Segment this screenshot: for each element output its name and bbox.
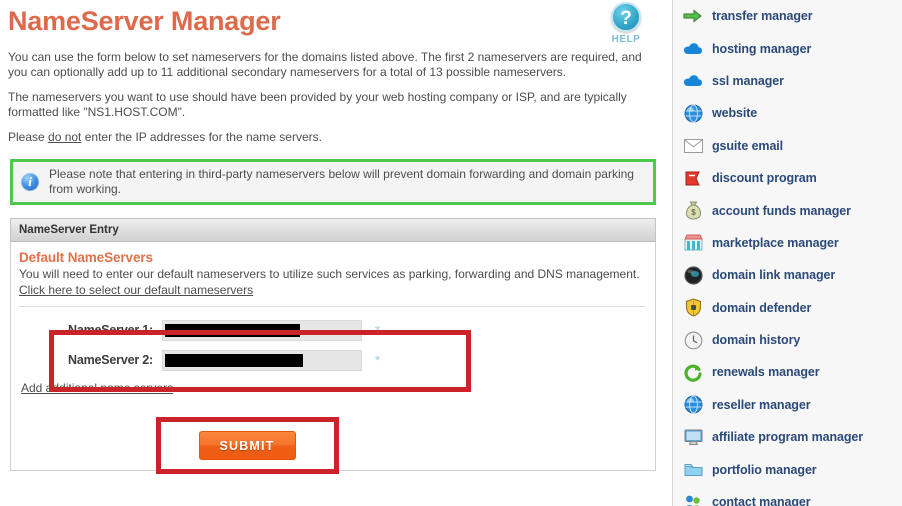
sidebar-label: website — [712, 106, 758, 121]
yellow-shield-icon — [683, 298, 703, 318]
intro-p3-pre: Please — [8, 130, 49, 144]
info-notice-text: Please note that entering in third-party… — [49, 167, 634, 196]
sidebar-label: affiliate program manager — [712, 430, 864, 445]
sidebar-label: transfer manager — [712, 9, 813, 24]
sidebar-label: renewals manager — [712, 365, 820, 380]
default-nameservers-title: Default NameServers — [19, 250, 153, 265]
sidebar-label: gsuite email — [712, 138, 784, 153]
sidebar-label: discount program — [712, 171, 817, 186]
blue-globe-icon — [683, 103, 703, 123]
panel-header: NameServer Entry — [10, 218, 656, 242]
blue-cloud-icon — [683, 39, 703, 59]
nameserver-entry-panel: NameServer Entry Default NameServers You… — [10, 218, 656, 474]
sidebar-item-website[interactable]: website — [673, 97, 902, 129]
sidebar-item-domain-history[interactable]: domain history — [673, 324, 902, 356]
nameserver-1-label: NameServer 1: — [68, 323, 153, 337]
sidebar-item-portfolio-manager[interactable]: portfolio manager — [673, 453, 902, 485]
sidebar-item-reseller-manager[interactable]: reseller manager — [673, 389, 902, 421]
intro-p3-emphasis: do not — [48, 130, 82, 144]
nameserver-2-required-marker: * — [375, 352, 381, 368]
sidebar-item-domain-defender[interactable]: domain defender — [673, 292, 902, 324]
people-icon — [683, 492, 703, 506]
storefront-icon — [683, 233, 703, 253]
sidebar-label: contact manager — [712, 495, 811, 506]
nameserver-row-2: NameServer 2: * — [19, 349, 655, 371]
info-notice-box: i Please note that entering in third-par… — [10, 159, 656, 205]
page-title: NameServer Manager — [8, 6, 281, 36]
sidebar-item-account-funds-manager[interactable]: $ account funds manager — [673, 194, 902, 226]
green-refresh-icon — [683, 362, 703, 382]
dark-sphere-icon — [683, 265, 703, 285]
blue-globe-icon — [683, 395, 703, 415]
money-bag-icon: $ — [683, 201, 703, 221]
question-mark-circle-icon[interactable]: ? — [611, 2, 641, 32]
sidebar-label: domain link manager — [712, 268, 836, 283]
folder-icon — [683, 460, 703, 480]
help-button[interactable]: ? HELP — [600, 2, 652, 45]
red-tag-icon — [683, 168, 703, 188]
sidebar-label: hosting manager — [712, 41, 812, 56]
submit-button[interactable]: SUBMIT — [198, 431, 296, 460]
info-circle-icon: i — [21, 173, 39, 191]
sidebar-item-ssl-manager[interactable]: ssl manager — [673, 65, 902, 97]
nameserver-row-1: NameServer 1: * — [19, 319, 655, 341]
redaction-bar — [165, 323, 300, 337]
nameserver-1-required-marker: * — [375, 322, 381, 338]
redaction-bar — [165, 353, 303, 367]
sidebar-label: domain history — [712, 333, 801, 348]
sidebar-item-marketplace-manager[interactable]: marketplace manager — [673, 227, 902, 259]
blue-cloud-icon — [683, 71, 703, 91]
select-default-nameservers-link[interactable]: Click here to select our default nameser… — [19, 283, 253, 297]
sidebar-item-transfer-manager[interactable]: transfer manager — [673, 0, 902, 32]
sidebar-menu: transfer manager hosting manager ssl man… — [672, 0, 902, 506]
sidebar-item-hosting-manager[interactable]: hosting manager — [673, 32, 902, 64]
intro-paragraph-1: You can use the form below to set namese… — [8, 50, 642, 79]
sidebar-label: marketplace manager — [712, 235, 839, 250]
main-content: NameServer Manager ? HELP You can use th… — [0, 0, 666, 506]
intro-paragraph-2: The nameservers you want to use should h… — [8, 90, 627, 119]
sidebar-label: ssl manager — [712, 73, 784, 88]
green-arrow-icon — [683, 6, 703, 26]
nameserver-rows: NameServer 1: * NameServer 2: * — [19, 319, 655, 371]
intro-paragraph-3: Please do not enter the IP addresses for… — [8, 130, 660, 145]
panel-divider — [19, 306, 645, 307]
help-label: HELP — [611, 34, 641, 45]
nameserver-2-label: NameServer 2: — [68, 353, 153, 367]
sidebar-item-contact-manager[interactable]: contact manager — [673, 486, 902, 506]
clock-icon — [683, 330, 703, 350]
sidebar-label: reseller manager — [712, 397, 811, 412]
submit-area: SUBMIT — [19, 417, 475, 474]
nameserver-1-input[interactable] — [162, 319, 362, 341]
sidebar-label: portfolio manager — [712, 462, 817, 477]
sidebar-label: domain defender — [712, 300, 812, 315]
submit-highlight-box: SUBMIT — [155, 417, 339, 474]
envelope-icon — [683, 136, 703, 156]
sidebar-item-domain-link-manager[interactable]: domain link manager — [673, 259, 902, 291]
default-nameservers-description: You will need to enter our default names… — [19, 267, 640, 281]
svg-text:$: $ — [691, 208, 696, 217]
sidebar-item-renewals-manager[interactable]: renewals manager — [673, 356, 902, 388]
monitor-icon — [683, 427, 703, 447]
sidebar-item-affiliate-program-manager[interactable]: affiliate program manager — [673, 421, 902, 453]
sidebar-item-discount-program[interactable]: discount program — [673, 162, 902, 194]
sidebar-label: account funds manager — [712, 203, 851, 218]
nameserver-2-input[interactable] — [162, 349, 362, 371]
panel-body: Default NameServers You will need to ent… — [11, 242, 655, 474]
intro-p3-post: enter the IP addresses for the name serv… — [81, 130, 322, 144]
sidebar-item-gsuite-email[interactable]: gsuite email — [673, 130, 902, 162]
page-root: NameServer Manager ? HELP You can use th… — [0, 0, 902, 506]
add-additional-nameservers-link[interactable]: Add additional name servers — [21, 381, 173, 395]
